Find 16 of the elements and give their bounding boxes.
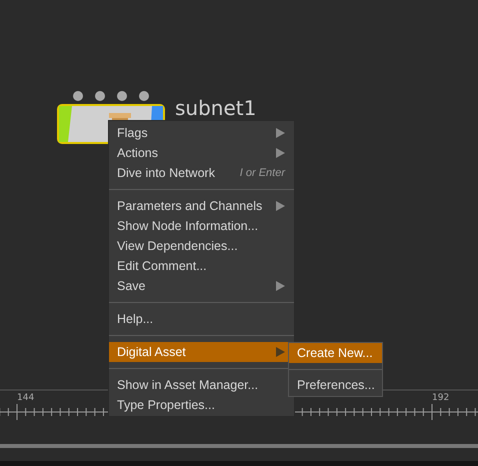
menu-item[interactable]: Help... [109,309,294,329]
menu-item[interactable]: Preferences... [289,375,382,395]
frame-label: 192 [432,393,450,403]
frame-label: 144 [17,393,34,403]
menu-item[interactable]: Parameters and Channels [109,196,294,216]
timeline-scrollbar[interactable] [0,444,478,448]
menu-item[interactable]: Create New... [289,343,382,363]
menu-item[interactable]: Edit Comment... [109,256,294,276]
menu-item[interactable]: Show Node Information... [109,216,294,236]
menu-item[interactable]: Flags [109,123,294,143]
menu-item[interactable]: Actions [109,143,294,163]
menu-item[interactable]: Type Properties... [109,395,294,415]
menu-item[interactable]: View Dependencies... [109,236,294,256]
menu-item[interactable]: Save [109,276,294,296]
node-name: subnet1 [175,98,256,118]
menu-item[interactable]: Dive into Network I or Enter [109,163,294,183]
